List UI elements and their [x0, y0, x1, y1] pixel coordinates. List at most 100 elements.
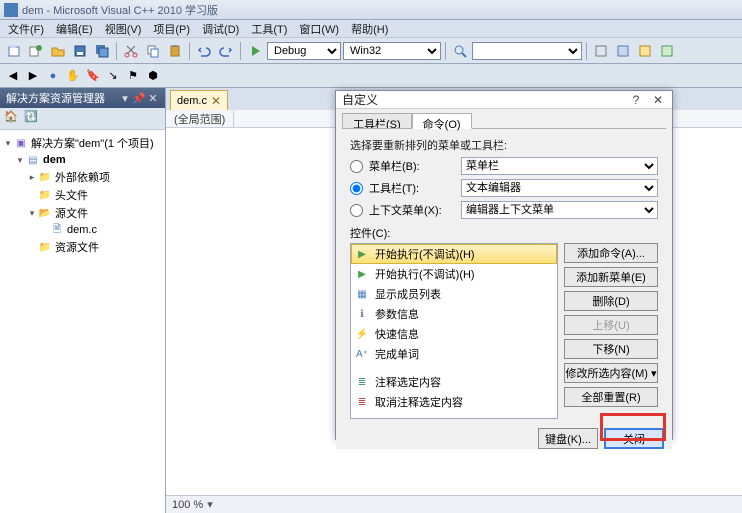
solution-explorer-title: 解决方案资源管理器 ▾ 📌 ✕	[0, 88, 165, 108]
add-command-button[interactable]: 添加命令(A)...	[564, 243, 658, 263]
redo-icon[interactable]	[216, 41, 236, 61]
move-up-button[interactable]: 上移(U)	[564, 315, 658, 335]
hex-icon[interactable]: ⬢	[144, 67, 162, 85]
context-select[interactable]: 编辑器上下文菜单	[461, 201, 658, 219]
dialog-body: 选择要重新排列的菜单或工具栏: 菜单栏(B): 菜单栏 工具栏(T): 文本编辑…	[342, 128, 666, 427]
panel-dropdown-icon[interactable]: ▾	[119, 92, 131, 104]
menubar: 文件(F) 编辑(E) 视图(V) 项目(P) 调试(D) 工具(T) 窗口(W…	[0, 20, 742, 38]
bookmark-icon[interactable]: 🔖	[84, 67, 102, 85]
tree-headers[interactable]: 📁头文件	[2, 186, 163, 204]
flag-icon[interactable]: ⚑	[124, 67, 142, 85]
toolbar-select[interactable]: 文本编辑器	[461, 179, 658, 197]
new-project-icon[interactable]	[4, 41, 24, 61]
move-down-button[interactable]: 下移(N)	[564, 339, 658, 359]
blue-dot-icon[interactable]: ●	[44, 67, 62, 85]
tab-close-icon[interactable]: ✕	[211, 94, 221, 108]
start-icon[interactable]	[245, 41, 265, 61]
window-titlebar: dem - Microsoft Visual C++ 2010 学习版	[0, 0, 742, 20]
window-title: dem - Microsoft Visual C++ 2010 学习版	[22, 2, 218, 18]
toolbar-radio-label: 工具栏(T):	[369, 180, 455, 196]
dialog-titlebar: 自定义 ? ✕	[336, 91, 672, 109]
menu-radio[interactable]	[350, 160, 363, 173]
add-item-icon[interactable]	[26, 41, 46, 61]
tab-file[interactable]: dem.c ✕	[170, 90, 228, 110]
keyboard-button[interactable]: 键盘(K)...	[538, 428, 598, 449]
modify-button[interactable]: 修改所选内容(M) ▾	[564, 363, 658, 383]
toolbar-main: Debug Win32	[0, 38, 742, 64]
close-button[interactable]: 关闭	[604, 428, 664, 449]
list-item[interactable]: ▦显示成员列表	[351, 284, 557, 304]
reset-all-button[interactable]: 全部重置(R)	[564, 387, 658, 407]
refresh-icon[interactable]: 🔃	[24, 110, 42, 128]
list-item[interactable]: ≣注释选定内容	[351, 372, 557, 392]
menu-tools[interactable]: 工具(T)	[245, 20, 293, 38]
box3-icon[interactable]	[635, 41, 655, 61]
tree-file[interactable]: 🗎dem.c	[2, 222, 163, 238]
copy-icon[interactable]	[143, 41, 163, 61]
indent-less-icon[interactable]: ◀	[4, 67, 22, 85]
cut-icon[interactable]	[121, 41, 141, 61]
platform-select[interactable]: Win32	[343, 42, 441, 60]
step-icon[interactable]: ↘	[104, 67, 122, 85]
dialog-tabs: 工具栏(S) 命令(O)	[336, 109, 672, 129]
dialog-help-icon[interactable]: ?	[628, 92, 644, 108]
panel-title: 解决方案资源管理器	[6, 90, 105, 106]
list-item[interactable]: ≣取消注释选定内容	[351, 392, 557, 412]
menu-window[interactable]: 窗口(W)	[293, 20, 345, 38]
panel-pin-icon[interactable]: 📌	[133, 92, 145, 104]
find-icon[interactable]	[450, 41, 470, 61]
tab-toolbar[interactable]: 工具栏(S)	[342, 113, 412, 129]
menu-project[interactable]: 项目(P)	[147, 20, 196, 38]
paste-icon[interactable]	[165, 41, 185, 61]
context-radio-label: 上下文菜单(X):	[369, 202, 455, 218]
home-icon[interactable]: 🏠	[4, 110, 22, 128]
hand-icon[interactable]: ✋	[64, 67, 82, 85]
context-radio[interactable]	[350, 204, 363, 217]
dialog-close-icon[interactable]: ✕	[650, 92, 666, 108]
solution-toolbar: 🏠 🔃	[0, 108, 165, 130]
list-item[interactable]: ℹ参数信息	[351, 304, 557, 324]
menu-help[interactable]: 帮助(H)	[345, 20, 394, 38]
scope-dropdown[interactable]: (全局范围)	[166, 110, 234, 127]
app-icon	[4, 3, 18, 17]
menu-file[interactable]: 文件(F)	[2, 20, 50, 38]
box2-icon[interactable]	[613, 41, 633, 61]
tree-external[interactable]: ▸📁外部依赖项	[2, 168, 163, 186]
tree-solution[interactable]: ▾▣解决方案"dem"(1 个项目)	[2, 134, 163, 152]
solution-tree[interactable]: ▾▣解决方案"dem"(1 个项目) ▾▤dem ▸📁外部依赖项 📁头文件 ▾📂…	[0, 130, 165, 513]
tree-project[interactable]: ▾▤dem	[2, 152, 163, 168]
dialog-title: 自定义	[342, 91, 378, 108]
zoom-dropdown-icon[interactable]: ▾	[207, 498, 213, 511]
menu-view[interactable]: 视图(V)	[99, 20, 148, 38]
find-select[interactable]	[472, 42, 582, 60]
menu-edit[interactable]: 编辑(E)	[50, 20, 99, 38]
box1-icon[interactable]	[591, 41, 611, 61]
tree-resources[interactable]: 📁资源文件	[2, 238, 163, 256]
tree-sources[interactable]: ▾📂源文件	[2, 204, 163, 222]
list-item[interactable]: ⚡快速信息	[351, 324, 557, 344]
tab-commands[interactable]: 命令(O)	[412, 113, 472, 129]
save-icon[interactable]	[70, 41, 90, 61]
controls-list[interactable]: ▶开始执行(不调试)(H) ▶开始执行(不调试)(H) ▦显示成员列表 ℹ参数信…	[350, 243, 558, 419]
add-menu-button[interactable]: 添加新菜单(E)	[564, 267, 658, 287]
toolbar-secondary: ◀ ▶ ● ✋ 🔖 ↘ ⚑ ⬢	[0, 64, 742, 88]
status-bar: 100 % ▾	[166, 495, 742, 513]
menu-debug[interactable]: 调试(D)	[196, 20, 245, 38]
toolbar-radio[interactable]	[350, 182, 363, 195]
rearrange-label: 选择要重新排列的菜单或工具栏:	[350, 137, 658, 153]
menu-select[interactable]: 菜单栏	[461, 157, 658, 175]
tab-label: dem.c	[177, 95, 207, 107]
list-item[interactable]: ▶开始执行(不调试)(H)	[351, 244, 557, 264]
delete-button[interactable]: 删除(D)	[564, 291, 658, 311]
open-icon[interactable]	[48, 41, 68, 61]
box4-icon[interactable]	[657, 41, 677, 61]
zoom-level: 100 %	[172, 499, 203, 511]
list-item[interactable]: ▶开始执行(不调试)(H)	[351, 264, 557, 284]
indent-more-icon[interactable]: ▶	[24, 67, 42, 85]
controls-label: 控件(C):	[350, 225, 658, 241]
save-all-icon[interactable]	[92, 41, 112, 61]
undo-icon[interactable]	[194, 41, 214, 61]
panel-close-icon[interactable]: ✕	[147, 92, 159, 104]
list-item[interactable]: A⁺完成单词	[351, 344, 557, 364]
config-select[interactable]: Debug	[267, 42, 341, 60]
